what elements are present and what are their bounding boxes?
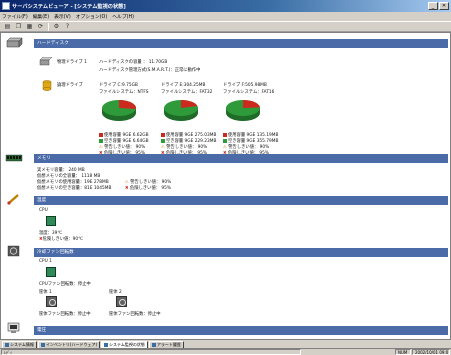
fan-case2-status: 筐体ファン回転数：停止中: [109, 312, 161, 317]
free-swatch-icon: [161, 138, 165, 143]
harddisk-icon: [6, 37, 23, 48]
critical-icon: ✖: [125, 186, 129, 191]
menu-bar: ファイル(F) 編集(E) 表示(V) オプション(O) ヘルプ(H): [0, 12, 451, 21]
preview-icon[interactable]: ▦: [25, 23, 34, 31]
drive-c-fs: ファイルシステム：NTFS: [99, 90, 149, 95]
toolbar: ▤ ❐ ▦ ⟳ ⚙ ?: [0, 21, 451, 32]
memory-line-virtual-free: 仮想メモリの空き容量：81E 1045MB: [37, 186, 112, 191]
disk-section-header: ハードディスク: [34, 39, 448, 48]
temperature-cpu-label: CPU: [39, 208, 48, 213]
drive-e-name: ドライブ E:304.25MB: [161, 83, 206, 88]
tab-system-info[interactable]: システム情報: [2, 341, 37, 348]
menu-edit[interactable]: 編集(E): [33, 13, 49, 20]
drive-f-name: ドライブ F:505.98MB: [223, 83, 267, 88]
memory-section-header: メモリ: [34, 154, 448, 163]
menu-view[interactable]: 表示(V): [54, 13, 71, 20]
cpu-fan-icon: [46, 267, 56, 277]
system-info-icon: [5, 343, 9, 347]
title-bar: サーバシステムビューア - [システム監視の状態] _ ✕: [0, 0, 451, 12]
thermometer-icon: [7, 194, 19, 205]
memory-crit: ✖ 危険しきい値： 95%: [125, 186, 171, 191]
status-num: NUM: [395, 349, 411, 355]
menu-options[interactable]: オプション(O): [76, 13, 108, 20]
free-swatch-icon: [223, 138, 227, 143]
cpu-temperature-icon: [46, 216, 56, 226]
used-swatch-icon: [99, 132, 103, 137]
status-datetime: 2002/10/01 09:0: [412, 349, 450, 355]
alert-icon: [151, 343, 156, 347]
window-title: サーバシステムビューア - [システム監視の状態]: [12, 3, 126, 10]
memory-icon: [5, 154, 23, 162]
temperature-section-header: 温度: [34, 196, 448, 205]
physical-drive-icon: [39, 57, 53, 66]
fan-case1-label: 筐体 1: [39, 290, 52, 295]
main-content[interactable]: ハードディスク 物理ドライブ 1 ハードディスクの容量 ： 11.70GB ハー…: [0, 32, 451, 340]
fan-cpu-status: CPUファン回転数：停止中: [39, 282, 91, 287]
physical-drive-label: 物理ドライブ 1: [57, 60, 87, 65]
fan-case1-status: 筐体ファン回転数：停止中: [39, 312, 91, 317]
fan-case2-label: 筐体 2: [109, 290, 122, 295]
pie-used-slice: [243, 100, 260, 108]
physical-drive-size: ハードディスクの容量 ： 11.70GB: [99, 60, 168, 65]
minimize-icon[interactable]: _: [428, 2, 438, 10]
drive-c-name: ドライブ C:9.75GB: [99, 83, 138, 88]
toolbar-separator: [48, 22, 49, 31]
view-tabs: システム情報 インベントリ(ハードウェア) システム監視の状態 アラート履歴: [0, 340, 451, 348]
case-fan-1-icon: [46, 296, 57, 307]
temperature-crit: ✖危険しきい値：90℃: [39, 237, 83, 242]
settings-icon[interactable]: ⚙: [52, 23, 61, 31]
refresh-icon[interactable]: ⟳: [36, 23, 45, 31]
tab-alert-history[interactable]: アラート履歴: [148, 341, 184, 348]
print-icon[interactable]: ▤: [3, 23, 12, 31]
drive-e-fs: ファイルシステム：FAT32: [161, 90, 213, 95]
logical-drive-icon: [42, 80, 52, 91]
pie-used-slice: [119, 100, 136, 110]
close-icon[interactable]: ✕: [439, 2, 449, 10]
case-fan-2-icon: [116, 296, 127, 307]
drive-f-fs: ファイルシステム：FAT16: [223, 90, 275, 95]
drive-f-pie-chart: [226, 100, 260, 121]
voltage-icon: [7, 322, 20, 333]
fan-cpu-label: CPU 1: [39, 259, 52, 264]
copy-icon[interactable]: ❐: [14, 23, 23, 31]
inventory-icon: [40, 343, 45, 347]
fan-section-header: 冷却ファン回転数: [34, 248, 448, 257]
used-swatch-icon: [161, 132, 165, 137]
fan-icon: [7, 245, 20, 257]
drive-e-pie-chart: [164, 100, 198, 121]
drive-c-pie-chart: [102, 100, 136, 121]
menu-help[interactable]: ヘルプ(H): [112, 13, 134, 20]
monitor-icon: [104, 343, 109, 347]
status-text: ﾚﾃﾞｨ: [1, 349, 301, 355]
physical-drive-smart: ハードディスク管理方式(S.M.A.R.T.)：正常に動作中: [99, 68, 201, 73]
used-swatch-icon: [223, 132, 227, 137]
logical-drive-label: 論理ドライブ: [57, 83, 83, 88]
app-icon: [2, 2, 10, 10]
tab-inventory[interactable]: インベントリ(ハードウェア): [37, 341, 101, 348]
free-swatch-icon: [99, 138, 103, 143]
status-bar: ﾚﾃﾞｨ NUM 2002/10/01 09:0: [0, 348, 451, 355]
menu-file[interactable]: ファイル(F): [2, 13, 28, 20]
tab-system-monitor[interactable]: システム監視の状態: [101, 341, 148, 348]
voltage-section-header: 電圧: [34, 326, 448, 335]
help-icon[interactable]: ?: [63, 23, 72, 31]
